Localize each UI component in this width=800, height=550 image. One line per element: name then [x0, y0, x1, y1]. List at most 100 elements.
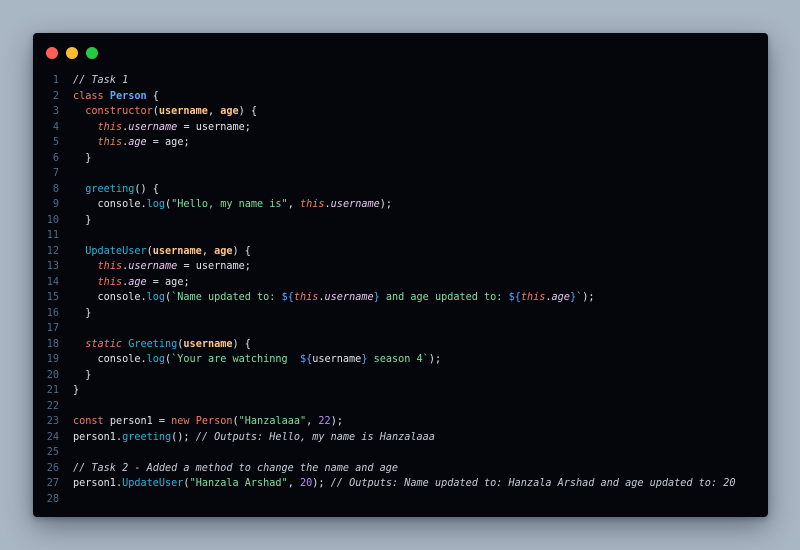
code-token: username	[128, 261, 178, 272]
code-token: "Hello, my name is"	[171, 199, 288, 210]
code-line: 16 }	[33, 306, 768, 322]
line-number: 27	[46, 478, 59, 489]
line-number: 16	[46, 307, 59, 319]
code-line: 25	[33, 445, 768, 461]
line-number: 17	[46, 323, 59, 334]
code-editor[interactable]: 1// Task 1 2 class Person {3 constructor(u…	[33, 73, 768, 507]
code-line: 10 }	[33, 213, 768, 229]
line-number: 15	[46, 292, 59, 303]
line-number: 12	[46, 245, 59, 257]
code-token: age	[165, 276, 184, 288]
code-token: this	[293, 292, 319, 303]
code-token: {	[146, 90, 159, 102]
code-token: this	[97, 261, 123, 272]
code-text: }	[73, 213, 91, 229]
code-token: username	[312, 354, 362, 365]
code-token: }	[73, 307, 92, 319]
code-token: log	[146, 199, 166, 210]
code-line: 1 // Task 1	[33, 73, 768, 89]
code-text: constructor(username, age) {	[73, 104, 257, 120]
code-token: =	[177, 261, 196, 272]
code-text: console.log(`Name updated to: ${this.use…	[73, 290, 595, 306]
code-token: console	[73, 292, 141, 303]
code-token: =	[152, 416, 172, 427]
line-number: 4	[52, 121, 59, 133]
code-token: age	[551, 292, 570, 303]
code-token: ,	[201, 245, 215, 257]
code-line: 9 console.log("Hello, my name is", this.…	[33, 197, 768, 213]
code-token: 22	[318, 416, 331, 427]
code-token: =	[177, 121, 196, 133]
line-number: 20	[46, 369, 59, 381]
code-token: static	[73, 338, 129, 350]
code-line: 27 person1.UpdateUser("Hanzala Arshad", 2…	[33, 476, 768, 492]
close-dot-icon[interactable]	[46, 47, 58, 59]
code-token: () {	[134, 183, 159, 195]
code-token: username	[195, 261, 245, 272]
code-text: }	[73, 383, 79, 399]
line-number: 9	[52, 199, 59, 210]
code-line: 26 // Task 2 - Added a method to change t…	[33, 461, 768, 477]
code-token: Person	[195, 416, 233, 427]
code-token: // Outputs: Hello, my name is Hanzalaaa	[195, 431, 435, 443]
code-text: person1.UpdateUser("Hanzala Arshad", 20)…	[73, 476, 735, 492]
code-token: constructor	[73, 106, 153, 117]
code-token: ;	[183, 276, 190, 288]
code-token: class	[73, 90, 110, 102]
code-token: );	[428, 354, 442, 365]
code-line: 6 }	[33, 151, 768, 167]
code-line: 15 console.log(`Name updated to: ${this.…	[33, 290, 768, 306]
code-token: UpdateUser	[73, 245, 147, 257]
code-text: person1.greeting(); // Outputs: Hello, m…	[73, 430, 435, 446]
code-text: static Greeting(username) {	[73, 337, 251, 353]
code-token: }	[73, 214, 92, 226]
code-token: ) {	[232, 245, 251, 257]
code-line: 3 constructor(username, age) {	[33, 104, 768, 120]
code-line: 13 this.username = username;	[33, 259, 768, 275]
maximize-dot-icon[interactable]	[86, 47, 98, 59]
code-token: age	[220, 106, 239, 117]
code-text: }	[73, 368, 91, 384]
line-number: 1	[52, 75, 59, 86]
code-token: this	[97, 276, 123, 288]
code-token: username	[324, 292, 374, 303]
code-line: 24 person1.greeting(); // Outputs: Hello,…	[33, 430, 768, 446]
code-text: this.age = age;	[73, 275, 190, 291]
code-token: console	[73, 199, 141, 210]
code-text: this.username = username;	[73, 120, 251, 136]
minimize-dot-icon[interactable]	[66, 47, 78, 59]
code-token: }	[73, 152, 92, 164]
code-line: 11	[33, 228, 768, 244]
code-token: this	[520, 292, 546, 303]
line-number: 5	[52, 137, 59, 148]
code-text: console.log(`Your are watchinng ${userna…	[73, 352, 442, 368]
code-text: }	[73, 151, 91, 167]
code-token: person1	[109, 416, 153, 427]
line-number: 13	[46, 261, 59, 272]
code-token: ;	[183, 137, 190, 148]
code-token: ${	[281, 292, 294, 303]
code-token: season 4`	[367, 354, 429, 365]
code-token: ();	[171, 431, 196, 443]
code-token: ) {	[232, 338, 251, 350]
code-text: const person1 = new Person("Hanzalaaa", …	[73, 414, 343, 430]
code-token: console	[73, 354, 141, 365]
code-token: greeting	[122, 431, 172, 443]
code-token: Person	[109, 90, 147, 102]
line-number: 7	[52, 168, 59, 179]
code-token: username	[195, 121, 245, 133]
code-token: this	[299, 199, 325, 210]
code-token: UpdateUser	[122, 478, 184, 489]
code-line: 20 }	[33, 368, 768, 384]
code-text: this.username = username;	[73, 259, 251, 275]
code-token: username	[183, 338, 233, 350]
line-number: 3	[52, 106, 59, 117]
code-line: 14 this.age = age;	[33, 275, 768, 291]
code-token: ) {	[238, 106, 258, 117]
code-token: =	[146, 276, 166, 288]
line-number: 28	[46, 493, 59, 505]
code-line: 2 class Person {	[33, 89, 768, 105]
line-number: 21	[46, 385, 59, 396]
code-token: const	[73, 416, 110, 427]
